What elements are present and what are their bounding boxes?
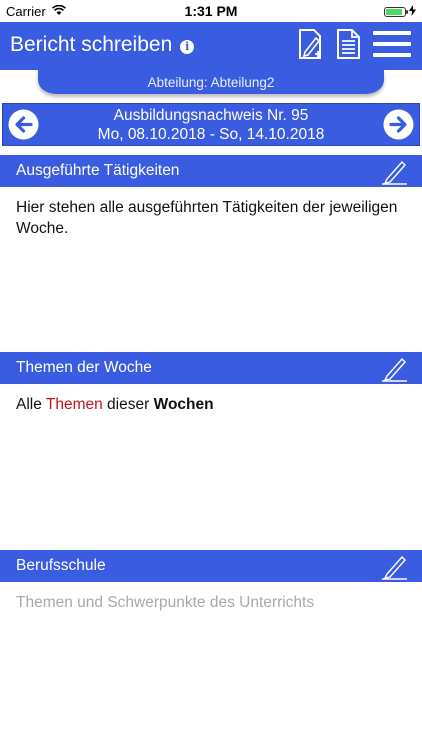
document-button[interactable]: [334, 27, 364, 61]
pencil-icon: [382, 357, 407, 382]
edit-activities-button[interactable]: [380, 157, 408, 185]
edit-topics-button[interactable]: [380, 354, 408, 382]
page-title: Bericht schreiben i: [10, 33, 195, 57]
activities-header: Ausgeführte Tätigkeiten: [0, 155, 422, 187]
status-right: [384, 4, 416, 19]
topics-text-part3: dieser: [102, 396, 154, 413]
topics-text-bold: Wochen: [153, 396, 214, 413]
school-header: Berufsschule: [0, 550, 422, 582]
department-label: Abteilung: Abteilung2: [38, 70, 384, 94]
activities-text: Hier stehen alle ausgeführten Tätigkeite…: [16, 199, 398, 237]
edit-school-button[interactable]: [380, 552, 408, 580]
department-bar: Abteilung: Abteilung2: [0, 70, 422, 96]
next-week-button[interactable]: [382, 108, 415, 141]
new-report-button[interactable]: [296, 27, 326, 61]
school-body[interactable]: Themen und Schwerpunkte des Unterrichts: [0, 582, 422, 750]
arrow-right-icon: [383, 109, 414, 140]
topics-header: Themen der Woche: [0, 352, 422, 384]
navbar: Bericht schreiben i: [0, 22, 422, 70]
document-icon: [337, 29, 360, 59]
charging-icon: [409, 4, 416, 19]
page-title-text: Bericht schreiben: [10, 33, 173, 56]
week-info: Ausbildungsnachweis Nr. 95 Mo, 08.10.201…: [53, 106, 369, 144]
status-time: 1:31 PM: [184, 3, 238, 19]
school-title: Berufsschule: [16, 557, 106, 574]
nav-actions: [296, 27, 412, 61]
school-placeholder: Themen und Schwerpunkte des Unterrichts: [16, 594, 315, 611]
menu-button[interactable]: [372, 27, 412, 61]
week-navigation: Ausbildungsnachweis Nr. 95 Mo, 08.10.201…: [2, 103, 420, 146]
previous-week-button[interactable]: [7, 108, 40, 141]
report-number: Ausbildungsnachweis Nr. 95: [113, 107, 309, 124]
topics-text-highlight: Themen: [45, 396, 103, 413]
screen: Carrier 1:31 PM Bericht schreiben i Abte…: [0, 0, 422, 750]
arrow-left-icon: [8, 109, 39, 140]
status-bar: Carrier 1:31 PM: [0, 0, 422, 22]
info-icon[interactable]: i: [180, 39, 195, 54]
new-report-icon: [299, 29, 321, 59]
battery-fill: [386, 8, 402, 15]
topics-body[interactable]: Alle Themen dieser Wochen: [0, 384, 422, 549]
battery-icon: [384, 6, 408, 17]
week-range: Mo, 08.10.2018 - So, 14.10.2018: [97, 126, 325, 143]
pencil-icon: [382, 555, 407, 580]
activities-body[interactable]: Hier stehen alle ausgeführten Tätigkeite…: [0, 187, 422, 352]
menu-icon: [373, 31, 411, 57]
pencil-icon: [382, 160, 407, 185]
topics-text-part1: Alle: [16, 396, 46, 413]
activities-title: Ausgeführte Tätigkeiten: [16, 162, 180, 179]
topics-title: Themen der Woche: [16, 359, 152, 376]
